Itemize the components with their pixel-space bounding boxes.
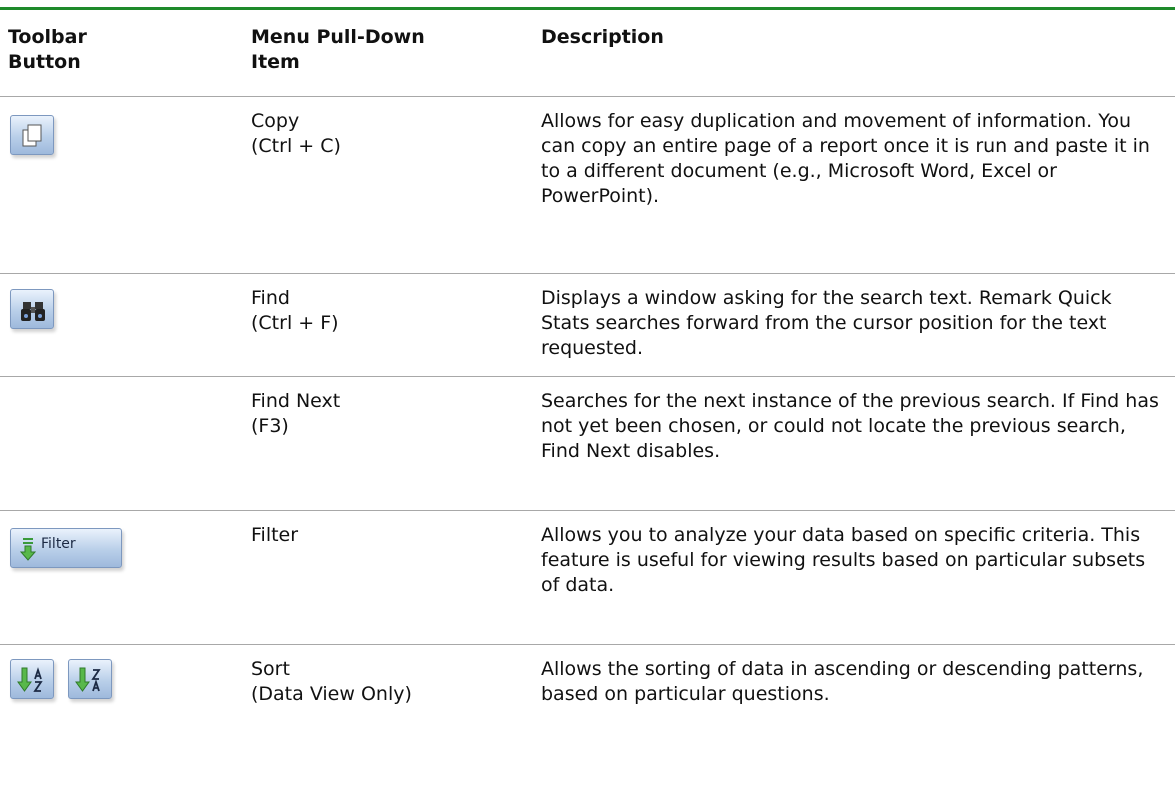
table-row: Sort (Data View Only) Allows the sorting…: [0, 645, 1175, 755]
description-copy: Allows for easy duplication and movement…: [541, 110, 1150, 207]
description-find: Displays a window asking for the search …: [541, 287, 1112, 359]
header-toolbar-button: Toolbar Button: [8, 26, 87, 73]
header-menu-item: Menu Pull-Down Item: [251, 26, 425, 73]
filter-button-label: Filter: [41, 536, 76, 552]
sort-ascending-button[interactable]: [10, 659, 54, 699]
table-row: Find (Ctrl + F) Displays a window asking…: [0, 274, 1175, 377]
table-row: Copy (Ctrl + C) Allows for easy duplicat…: [0, 97, 1175, 274]
table-row: Filter Filter Allows you to analyze your…: [0, 511, 1175, 645]
menu-item-copy: Copy (Ctrl + C): [251, 110, 341, 157]
description-filter: Allows you to analyze your data based on…: [541, 524, 1146, 596]
find-button[interactable]: [10, 289, 54, 329]
toolbar-reference-table: Toolbar Button Menu Pull-Down Item Descr…: [0, 7, 1175, 755]
filter-icon: [19, 538, 37, 561]
sort-ascending-icon: [17, 667, 43, 692]
table-header-row: Toolbar Button Menu Pull-Down Item Descr…: [0, 10, 1175, 97]
description-find-next: Searches for the next instance of the pr…: [541, 390, 1159, 462]
filter-button[interactable]: Filter: [10, 528, 122, 568]
sort-descending-button[interactable]: [68, 659, 112, 699]
menu-item-find: Find (Ctrl + F): [251, 287, 339, 334]
table-row: Find Next (F3) Searches for the next ins…: [0, 377, 1175, 511]
description-sort: Allows the sorting of data in ascending …: [541, 658, 1144, 705]
menu-item-find-next: Find Next (F3): [251, 390, 341, 437]
binoculars-icon: [21, 302, 45, 321]
copy-icon: [22, 124, 42, 147]
sort-descending-icon: [75, 667, 101, 692]
copy-button[interactable]: [10, 115, 54, 155]
header-description: Description: [541, 26, 664, 48]
menu-item-filter: Filter: [251, 524, 299, 546]
menu-item-sort: Sort (Data View Only): [251, 658, 412, 705]
